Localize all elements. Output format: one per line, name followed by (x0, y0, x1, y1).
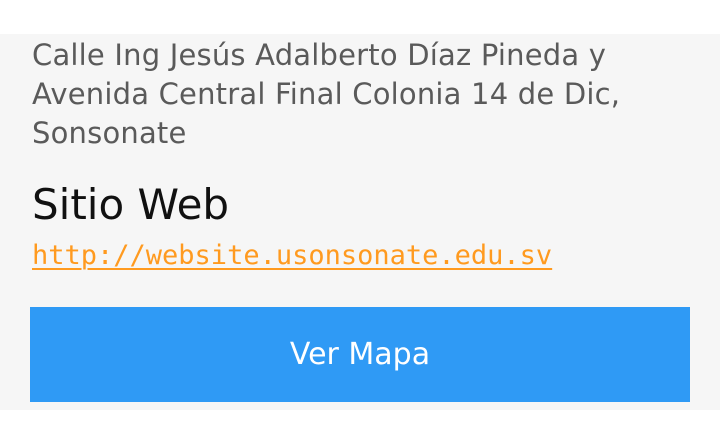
top-spacer (0, 0, 720, 34)
bottom-spacer (0, 410, 720, 445)
view-map-button[interactable]: Ver Mapa (30, 307, 690, 402)
website-link[interactable]: http://website.usonsonate.edu.sv (32, 238, 552, 274)
website-section-title: Sitio Web (32, 180, 230, 229)
address-text: Calle Ing Jesús Adalberto Díaz Pineda y … (32, 38, 621, 150)
